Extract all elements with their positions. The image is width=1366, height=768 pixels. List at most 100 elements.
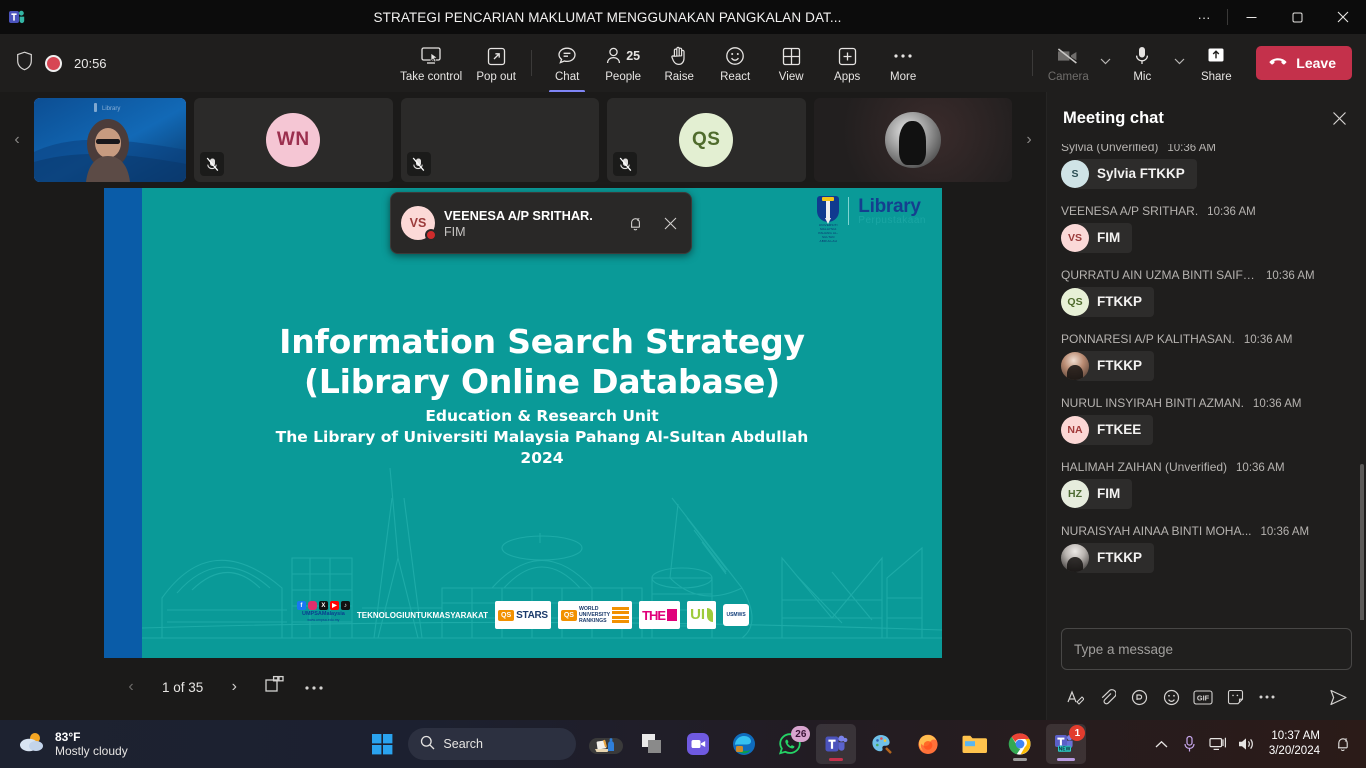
- leave-button[interactable]: Leave: [1256, 46, 1352, 80]
- camera-button[interactable]: Camera: [1040, 38, 1096, 88]
- taskbar-search[interactable]: Search: [408, 728, 577, 760]
- file-explorer-group-icon[interactable]: [632, 724, 672, 764]
- chat-message: NURUL INSYIRAH BINTI AZMAN. 10:36 AM NA …: [1061, 396, 1356, 445]
- chat-input[interactable]: [1074, 641, 1339, 657]
- window-minimize-button[interactable]: [1228, 0, 1274, 34]
- qs-mark: QS: [498, 609, 515, 621]
- chat-scrollbar[interactable]: [1360, 464, 1364, 620]
- filmstrip-prev-button[interactable]: ‹: [0, 96, 34, 184]
- chat-avatar: QS: [1061, 288, 1089, 316]
- chat-input-box[interactable]: [1061, 628, 1352, 670]
- chat-button[interactable]: Chat: [539, 38, 595, 88]
- youtube-icon: ▶: [329, 601, 339, 610]
- window-more-button[interactable]: ···: [1181, 0, 1227, 34]
- chat-avatar-initials: QS: [1067, 296, 1083, 308]
- slide-footer-logos: f X ▶ ♪ UMPSAMalaysia www.umpsa.edu.my T…: [104, 600, 942, 630]
- chat-avatar-initials: S: [1071, 168, 1079, 180]
- tray-microphone-icon[interactable]: [1177, 727, 1203, 761]
- participant-tile-presenter[interactable]: Library: [34, 98, 186, 182]
- microsoft-teams-classic-icon[interactable]: [816, 724, 857, 764]
- system-tray: 10:37 AM 3/20/2024 z: [1149, 727, 1366, 761]
- file-explorer-icon[interactable]: [954, 724, 994, 764]
- svg-text:Library: Library: [102, 106, 120, 112]
- view-button[interactable]: View: [763, 38, 819, 88]
- weather-widget[interactable]: 83°F Mostly cloudy: [0, 730, 300, 758]
- close-icon[interactable]: [657, 210, 683, 236]
- take-control-button[interactable]: Take control: [394, 38, 468, 88]
- slide-more-button[interactable]: [295, 670, 333, 704]
- firefox-icon[interactable]: [908, 724, 948, 764]
- chat-message-author: Sylvia (Unverified): [1061, 144, 1159, 154]
- ui-greenmetric-logo: UI: [687, 601, 717, 629]
- emoji-icon[interactable]: [1157, 684, 1185, 710]
- people-button[interactable]: 25 People: [595, 38, 651, 88]
- chat-message-row: FTKKP: [1061, 543, 1356, 573]
- umpsa-social-logo: f X ▶ ♪ UMPSAMalaysia www.umpsa.edu.my: [296, 601, 350, 629]
- chat-more-options-icon[interactable]: [1253, 684, 1281, 710]
- mic-options-chevron-down-icon[interactable]: [1170, 38, 1188, 88]
- gif-icon[interactable]: GIF: [1189, 684, 1217, 710]
- tum-line3: MASYARAKAT: [432, 610, 489, 620]
- filmstrip-next-button[interactable]: ›: [1012, 96, 1046, 184]
- chat-message-time: 10:36 AM: [1243, 334, 1293, 346]
- apps-button[interactable]: Apps: [819, 38, 875, 88]
- share-button[interactable]: Share: [1188, 38, 1244, 88]
- chat-message-meta: PONNARESI A/P KALITHASAN. 10:36 AM: [1061, 332, 1356, 346]
- format-icon[interactable]: [1061, 684, 1089, 710]
- umpsa-social-handle: UMPSAMalaysia: [302, 611, 345, 617]
- more-button[interactable]: More: [875, 38, 931, 88]
- mic-button[interactable]: Mic: [1114, 38, 1170, 88]
- slide-next-button[interactable]: ›: [215, 670, 253, 704]
- slide-prev-button[interactable]: ‹: [112, 670, 150, 704]
- participant-tile-qs[interactable]: QS: [607, 98, 806, 182]
- pop-out-button[interactable]: Pop out: [468, 38, 524, 88]
- notifications-bell-sleep-icon[interactable]: z: [1330, 727, 1356, 761]
- pop-out-icon: [486, 44, 507, 68]
- chat-message-meta: NURAISYAH AINAA BINTI MOHA... 10:36 AM: [1061, 524, 1356, 538]
- camera-options-chevron-down-icon[interactable]: [1096, 38, 1114, 88]
- slide-title-line2: (Library Online Database): [303, 362, 781, 401]
- shared-content-area[interactable]: UNIVERSITI MALAYSIA PAHANG AL-SULTAN ABD…: [104, 188, 942, 658]
- running-indicator: [1057, 758, 1076, 761]
- whatsapp-badge: 26: [791, 726, 811, 742]
- more-label: More: [890, 71, 917, 83]
- start-button[interactable]: [362, 724, 402, 764]
- tray-network-icon[interactable]: [1205, 727, 1231, 761]
- tray-expand-chevron-up-icon[interactable]: [1149, 727, 1175, 761]
- raise-hand-button[interactable]: Raise: [651, 38, 707, 88]
- react-button[interactable]: React: [707, 38, 763, 88]
- paint-icon[interactable]: [862, 724, 902, 764]
- slide-layout-button[interactable]: [255, 670, 293, 704]
- slide-title-line1: Information Search Strategy: [279, 322, 805, 361]
- attach-icon[interactable]: [1093, 684, 1121, 710]
- avatar: WN: [266, 113, 321, 167]
- chat-message-meta: QURRATU AIN UZMA BINTI SAIFU... 10:36 AM: [1061, 268, 1356, 282]
- take-control-icon: [420, 44, 442, 68]
- microsoft-teams-new-icon[interactable]: NEW 1: [1046, 724, 1087, 764]
- tum-line2: UNTUK: [404, 610, 433, 620]
- participant-tile-hidden[interactable]: [400, 98, 599, 182]
- window-maximize-button[interactable]: [1274, 0, 1320, 34]
- zoom-icon[interactable]: [678, 724, 718, 764]
- presentation-slide: UNIVERSITI MALAYSIA PAHANG AL-SULTAN ABD…: [104, 188, 942, 658]
- loop-icon[interactable]: [1125, 684, 1153, 710]
- send-icon[interactable]: [1324, 684, 1352, 710]
- sticker-icon[interactable]: [1221, 684, 1249, 710]
- take-control-label: Take control: [400, 71, 463, 83]
- chat-message-list[interactable]: Sylvia (Unverified) 10:36 AM S Sylvia FT…: [1047, 144, 1366, 620]
- participant-tile-wn[interactable]: WN: [194, 98, 393, 182]
- window-close-button[interactable]: [1320, 0, 1366, 34]
- more-ellipsis-icon: [892, 44, 914, 68]
- whatsapp-icon[interactable]: 26: [770, 724, 811, 764]
- chat-message-row: HZ FIM: [1061, 479, 1356, 509]
- chat-close-button[interactable]: [1324, 103, 1354, 133]
- widgets-pinned-icon[interactable]: [586, 724, 626, 764]
- taskbar-clock[interactable]: 10:37 AM 3/20/2024: [1261, 729, 1328, 759]
- bell-sleep-icon[interactable]: z: [622, 210, 648, 236]
- weather-icon: [18, 731, 46, 758]
- google-chrome-icon[interactable]: [1000, 724, 1040, 764]
- weather-temperature: 83°F: [55, 730, 81, 744]
- tray-volume-icon[interactable]: [1233, 727, 1259, 761]
- microsoft-edge-icon[interactable]: [724, 724, 764, 764]
- participant-tile-photo[interactable]: [813, 98, 1012, 182]
